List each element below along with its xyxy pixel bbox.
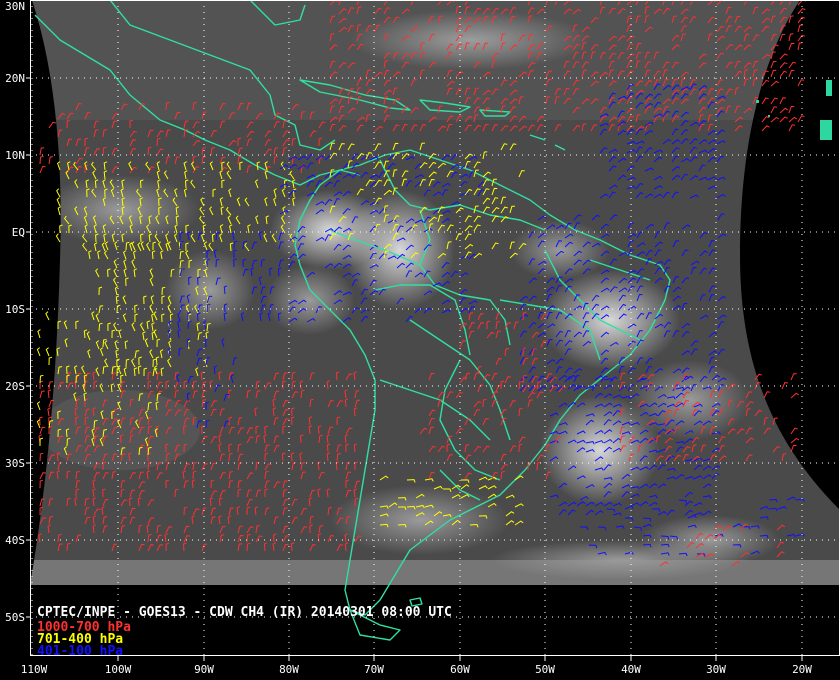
lat-label: 50S	[5, 611, 25, 624]
lon-label: 40W	[621, 663, 641, 676]
lon-label: 50W	[535, 663, 555, 676]
lat-label: 10N	[5, 149, 25, 162]
lat-label: 30S	[5, 457, 25, 470]
image-title: CPTEC/INPE - GOES13 - CDW CH4 (IR) 20140…	[37, 605, 452, 620]
lon-label: 30W	[706, 663, 726, 676]
lon-label: 110W	[21, 663, 48, 676]
legend-high-level: 401-100 hPa	[37, 644, 123, 659]
lat-label: 20S	[5, 380, 25, 393]
map-canvas: 30N 20N 10N EQ 10S 20S 30S 40S 50S 110W …	[0, 0, 840, 680]
lon-label: 20W	[792, 663, 812, 676]
lat-label: 30N	[5, 0, 25, 13]
lon-label: 100W	[105, 663, 132, 676]
lat-label: 20N	[5, 72, 25, 85]
lon-label: 70W	[364, 663, 384, 676]
lon-label: 60W	[450, 663, 470, 676]
lat-label: EQ	[12, 226, 25, 239]
lon-label: 80W	[279, 663, 299, 676]
lat-label: 40S	[5, 534, 25, 547]
lon-label: 90W	[194, 663, 214, 676]
satellite-map: 30N 20N 10N EQ 10S 20S 30S 40S 50S 110W …	[0, 0, 840, 680]
lat-label: 10S	[5, 303, 25, 316]
